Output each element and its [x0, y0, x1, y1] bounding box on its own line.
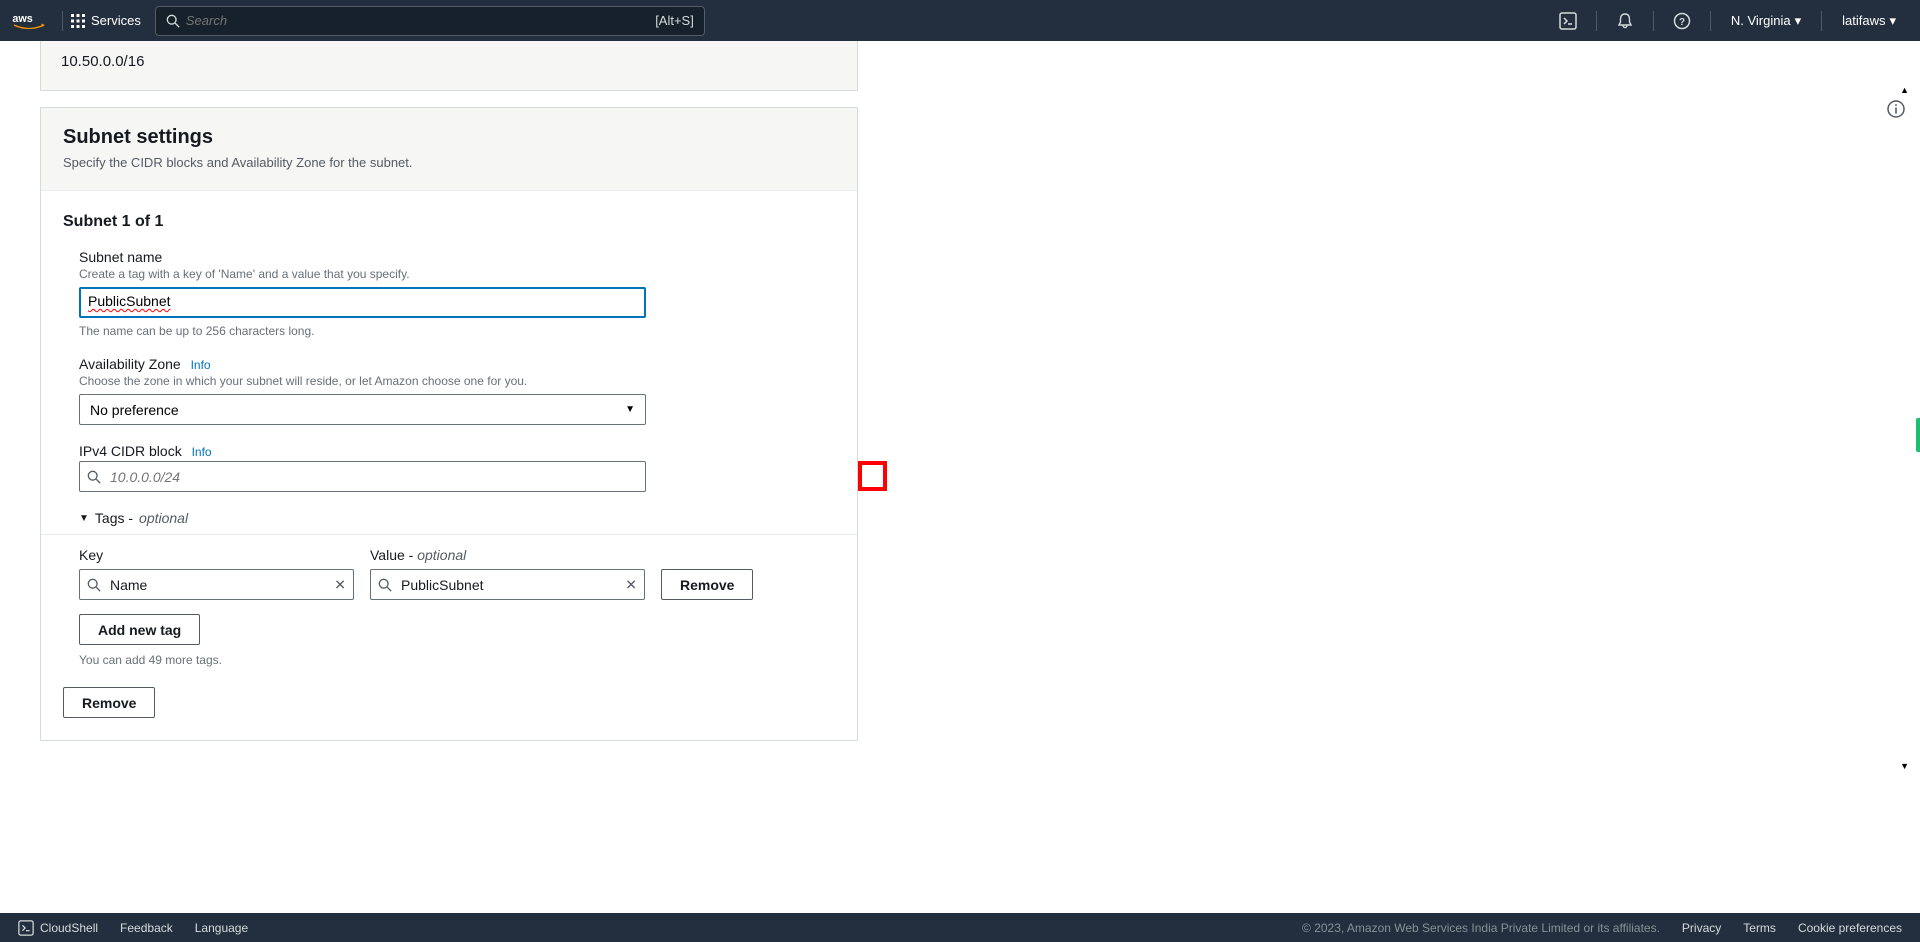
subnet-name-input[interactable]	[79, 287, 646, 318]
content: IPv4 CIDRs 10.50.0.0/16 Subnet settings …	[0, 41, 1920, 913]
cidr-info-link[interactable]: Info	[192, 445, 212, 459]
svg-text:aws: aws	[12, 12, 32, 24]
services-grid-icon	[71, 14, 85, 28]
divider	[1653, 11, 1654, 31]
subnet-name-label: Subnet name	[79, 249, 835, 265]
footer: CloudShell Feedback Language © 2023, Ama…	[0, 913, 1920, 942]
availability-zone-desc: Choose the zone in which your subnet wil…	[79, 374, 835, 388]
az-info-link[interactable]: Info	[191, 358, 211, 372]
topnav-right: ? N. Virginia ▾ latifaws ▾	[1548, 0, 1908, 41]
top-nav: aws Services [Alt+S] ? N. Virginia ▾	[0, 0, 1920, 41]
cloudshell-button[interactable]: CloudShell	[18, 920, 98, 936]
availability-zone-field: Availability Zone Info Choose the zone i…	[79, 356, 835, 425]
tag-key-label: Key	[79, 547, 354, 563]
subnet-counter: Subnet 1 of 1	[63, 213, 835, 231]
svg-text:?: ?	[1679, 17, 1685, 28]
cloudshell-label: CloudShell	[40, 921, 98, 935]
language-link[interactable]: Language	[195, 921, 248, 935]
vpc-card: IPv4 CIDRs 10.50.0.0/16	[40, 41, 858, 91]
ipv4-cidrs-value: 10.50.0.0/16	[61, 53, 837, 70]
scroll-area[interactable]: IPv4 CIDRs 10.50.0.0/16 Subnet settings …	[0, 41, 1920, 913]
subnet-settings-card: Subnet settings Specify the CIDR blocks …	[40, 107, 858, 741]
ipv4-cidr-field: IPv4 CIDR block Info	[79, 443, 835, 492]
clear-icon[interactable]: ✕	[625, 576, 637, 593]
cloudshell-icon[interactable]	[1548, 0, 1588, 41]
terms-link[interactable]: Terms	[1743, 921, 1776, 935]
subnet-settings-desc: Specify the CIDR blocks and Availability…	[63, 155, 835, 170]
feedback-link[interactable]: Feedback	[120, 921, 173, 935]
privacy-link[interactable]: Privacy	[1682, 921, 1721, 935]
remove-tag-button[interactable]: Remove	[661, 569, 753, 600]
search-icon	[87, 578, 101, 592]
add-tag-button[interactable]: Add new tag	[79, 614, 200, 645]
tags-optional-label: optional	[139, 510, 188, 526]
subnet-name-desc: Create a tag with a key of 'Name' and a …	[79, 267, 835, 281]
services-label: Services	[91, 13, 141, 28]
copyright: © 2023, Amazon Web Services India Privat…	[1302, 921, 1660, 935]
divider	[1710, 11, 1711, 31]
clear-icon[interactable]: ✕	[334, 576, 346, 593]
ipv4-cidr-label: IPv4 CIDR block Info	[79, 443, 835, 459]
remove-subnet-button[interactable]: Remove	[63, 687, 155, 718]
divider	[1596, 11, 1597, 31]
scroll-down-icon[interactable]: ▼	[1900, 761, 1909, 771]
notifications-icon[interactable]	[1605, 0, 1645, 41]
region-selector[interactable]: N. Virginia ▾	[1719, 13, 1813, 29]
services-menu[interactable]: Services	[71, 13, 141, 28]
feedback-tab[interactable]	[1916, 418, 1920, 452]
cookie-preferences-link[interactable]: Cookie preferences	[1798, 921, 1902, 935]
search-input[interactable]	[186, 13, 655, 28]
divider	[62, 11, 63, 31]
tag-value-label: Value - optional	[370, 547, 645, 563]
divider	[1821, 11, 1822, 31]
tag-limit-hint: You can add 49 more tags.	[79, 653, 835, 667]
search-box[interactable]: [Alt+S]	[155, 6, 705, 36]
search-shortcut: [Alt+S]	[655, 13, 694, 28]
search-icon	[378, 578, 392, 592]
subnet-settings-title: Subnet settings	[63, 126, 835, 149]
search-icon	[166, 14, 180, 28]
region-label: N. Virginia	[1731, 13, 1791, 28]
subnet-settings-header: Subnet settings Specify the CIDR blocks …	[41, 108, 857, 191]
availability-zone-select[interactable]: No preference ▼	[79, 394, 646, 425]
caret-down-icon: ▾	[1795, 13, 1802, 29]
tag-key-input[interactable]	[79, 569, 354, 600]
subnet-name-hint: The name can be up to 256 characters lon…	[79, 324, 835, 338]
search-icon	[87, 470, 101, 484]
info-panel-toggle[interactable]	[1887, 100, 1905, 118]
aws-logo[interactable]: aws	[12, 11, 46, 31]
ipv4-cidr-input[interactable]	[79, 461, 646, 492]
caret-down-icon: ▼	[625, 404, 635, 415]
user-menu[interactable]: latifaws ▾	[1830, 13, 1908, 29]
tag-value-input[interactable]	[370, 569, 645, 600]
ipv4-cidrs-label: IPv4 CIDRs	[61, 41, 837, 43]
scroll-up-icon[interactable]: ▲	[1900, 85, 1909, 95]
tags-label: Tags -	[95, 510, 133, 526]
subnet-name-field: Subnet name Create a tag with a key of '…	[79, 249, 835, 338]
caret-down-icon: ▾	[1889, 13, 1896, 29]
tag-row: Key ✕ Value -	[79, 547, 835, 600]
availability-zone-value: No preference	[90, 402, 179, 418]
user-label: latifaws	[1842, 13, 1885, 28]
triangle-down-icon: ▼	[79, 513, 89, 524]
help-icon[interactable]: ?	[1662, 0, 1702, 41]
availability-zone-label: Availability Zone Info	[79, 356, 835, 372]
tags-toggle[interactable]: ▼ Tags - optional	[79, 510, 835, 526]
